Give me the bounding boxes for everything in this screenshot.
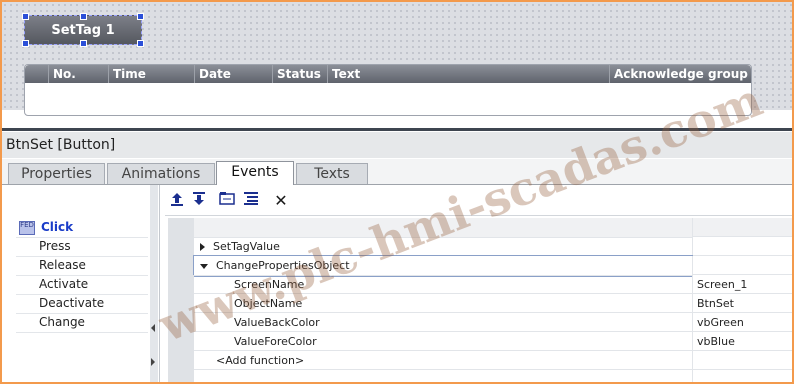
folder-icon[interactable] xyxy=(217,191,237,211)
event-label: Change xyxy=(39,315,85,329)
list-icon[interactable] xyxy=(241,191,261,211)
empty-row xyxy=(168,370,792,382)
resize-handle[interactable] xyxy=(80,13,87,20)
event-change[interactable]: Change xyxy=(16,313,148,333)
row-header xyxy=(168,218,194,238)
settag-button[interactable]: SetTag 1 xyxy=(22,13,144,47)
delete-icon[interactable]: ✕ xyxy=(271,191,291,211)
parameter-row[interactable]: ValueBackColor vbGreen xyxy=(168,313,792,333)
collapse-left-icon[interactable] xyxy=(151,324,155,332)
event-click[interactable]: FED Click xyxy=(16,218,148,238)
function-row[interactable]: ChangePropertiesObject xyxy=(168,255,792,277)
function-toolbar: ✕ xyxy=(165,187,792,216)
event-label: Press xyxy=(39,239,71,253)
event-label: Deactivate xyxy=(39,296,105,310)
function-value-cell[interactable] xyxy=(692,256,792,275)
alarm-view[interactable]: No. Time Date Status Text Acknowledge gr… xyxy=(24,64,752,116)
alarm-col-time: Time xyxy=(109,65,195,83)
tab-events[interactable]: Events xyxy=(216,161,294,185)
alarm-col-text: Text xyxy=(328,65,610,83)
splitter-bar[interactable] xyxy=(2,128,792,131)
event-list: FED Click Press Release Activate Deactiva… xyxy=(2,185,160,382)
alarm-col-spacer xyxy=(25,65,49,83)
alarm-view-header: No. Time Date Status Text Acknowledge gr… xyxy=(25,65,751,83)
function-name: ChangePropertiesObject xyxy=(216,259,350,272)
function-value-cell xyxy=(692,351,792,370)
parameter-row[interactable]: ObjectName BtnSet xyxy=(168,294,792,314)
row-header xyxy=(168,332,194,352)
expand-right-icon[interactable] xyxy=(151,358,155,366)
function-name-cell[interactable]: SetTagValue xyxy=(194,237,692,257)
tab-texts[interactable]: Texts xyxy=(296,163,368,184)
parameter-name: ValueBackColor xyxy=(194,313,692,332)
row-header xyxy=(168,256,194,276)
resize-handle[interactable] xyxy=(137,13,144,20)
parameter-row[interactable]: ScreenName Screen_1 xyxy=(168,275,792,295)
add-function-row[interactable]: <Add function> xyxy=(168,351,792,371)
screen-canvas[interactable]: SetTag 1 No. Time Date Status Text Ackno… xyxy=(2,2,792,116)
event-press[interactable]: Press xyxy=(16,237,148,257)
event-label: Release xyxy=(39,258,86,272)
event-deactivate[interactable]: Deactivate xyxy=(16,294,148,314)
header-cell xyxy=(194,218,692,238)
parameter-value[interactable]: vbGreen xyxy=(692,313,792,332)
resize-handle[interactable] xyxy=(80,40,87,47)
resize-handle[interactable] xyxy=(137,40,144,47)
row-header xyxy=(168,370,194,382)
parameter-value[interactable]: Screen_1 xyxy=(692,275,792,294)
tab-animations[interactable]: Animations xyxy=(107,163,215,184)
function-name-cell[interactable]: ChangePropertiesObject xyxy=(193,255,693,277)
header-cell xyxy=(692,218,792,237)
settag-button-label: SetTag 1 xyxy=(51,22,115,38)
row-header xyxy=(168,275,194,295)
parameter-name: ScreenName xyxy=(194,275,692,294)
row-header xyxy=(168,351,194,371)
function-list-header xyxy=(168,218,792,238)
parameter-name: ObjectName xyxy=(194,294,692,313)
alarm-col-ack-group: Acknowledge group xyxy=(614,67,748,81)
row-header xyxy=(168,313,194,333)
event-activate[interactable]: Activate xyxy=(16,275,148,295)
app-window: SetTag 1 No. Time Date Status Text Ackno… xyxy=(0,0,794,384)
alarm-col-status: Status xyxy=(273,65,328,83)
add-function-label[interactable]: <Add function> xyxy=(194,351,692,370)
empty-cell xyxy=(194,370,692,382)
resize-handle[interactable] xyxy=(22,40,29,47)
parameter-row[interactable]: ValueForeColor vbBlue xyxy=(168,332,792,352)
expand-icon[interactable] xyxy=(200,243,205,251)
row-header xyxy=(168,294,194,314)
row-header xyxy=(168,237,194,257)
inspector-title: BtnSet [Button] xyxy=(2,132,792,158)
parameter-value[interactable]: vbBlue xyxy=(692,332,792,351)
event-icon: FED xyxy=(19,220,35,235)
tab-properties[interactable]: Properties xyxy=(8,163,105,184)
function-row[interactable]: SetTagValue xyxy=(168,237,792,257)
parameter-value[interactable]: BtnSet xyxy=(692,294,792,313)
function-list: SetTagValue ChangePropertiesObject Scree… xyxy=(168,218,792,382)
event-release[interactable]: Release xyxy=(16,256,148,276)
alarm-col-no: No. xyxy=(49,65,109,83)
move-up-icon[interactable] xyxy=(167,191,187,211)
panel-splitter[interactable] xyxy=(150,185,158,382)
alarm-col-date: Date xyxy=(195,65,273,83)
empty-cell xyxy=(692,370,792,382)
move-down-icon[interactable] xyxy=(189,191,209,211)
resize-handle[interactable] xyxy=(22,13,29,20)
parameter-name: ValueForeColor xyxy=(194,332,692,351)
event-label: Click xyxy=(41,220,74,234)
collapse-icon[interactable] xyxy=(200,263,208,269)
inspector-tabs: Properties Animations Events Texts xyxy=(2,159,792,185)
function-value-cell[interactable] xyxy=(692,237,792,256)
event-label: Activate xyxy=(39,277,89,291)
function-name: SetTagValue xyxy=(213,240,280,253)
